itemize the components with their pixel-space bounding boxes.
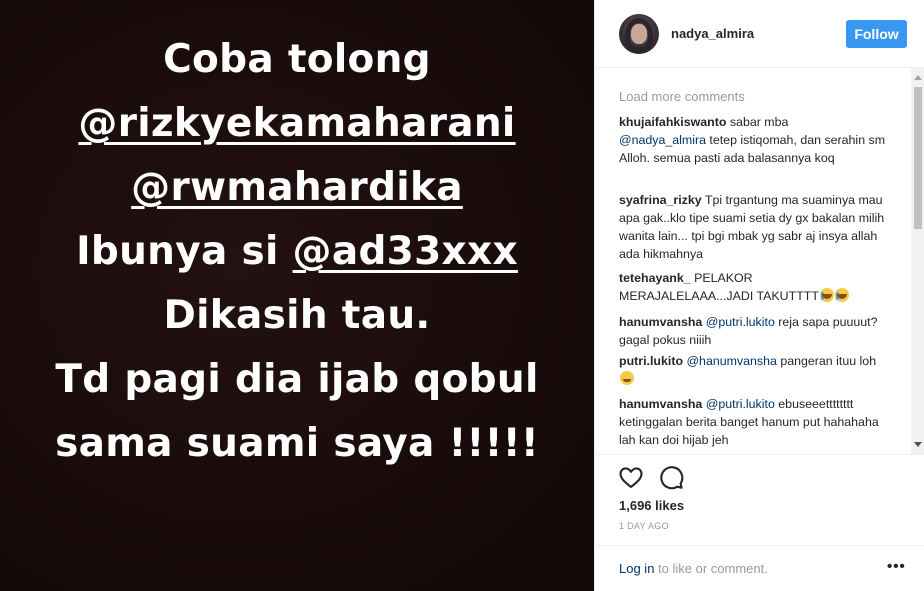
avatar[interactable] bbox=[619, 14, 659, 54]
story-line-5: Dikasih tau. bbox=[163, 293, 431, 338]
comment-item: hanumvansha @putri.lukito ebuseeettttttt… bbox=[619, 395, 889, 449]
follow-button[interactable]: Follow bbox=[846, 20, 907, 48]
comment-user[interactable]: putri.lukito bbox=[619, 354, 683, 368]
post-header: nadya_almira Follow bbox=[595, 0, 924, 68]
story-mention-1: @rizkyekamaharani bbox=[78, 101, 516, 146]
comment-item: syafrina_rizky Tpi trgantung ma suaminya… bbox=[619, 191, 889, 263]
load-more-comments[interactable]: Load more comments bbox=[619, 89, 745, 104]
comment-mention[interactable]: @putri.lukito bbox=[706, 397, 775, 411]
post-image[interactable]: Coba tolong @rizkyekamaharani @rwmahardi… bbox=[0, 0, 594, 591]
comment-mention[interactable]: @nadya_almira bbox=[619, 133, 706, 147]
comments-list[interactable]: Load more comments khujaifahkiswanto sab… bbox=[595, 68, 911, 454]
story-text: Coba tolong @rizkyekamaharani @rwmahardi… bbox=[0, 28, 594, 476]
story-mention-3: @ad33xxx bbox=[292, 229, 518, 274]
comment-mention[interactable]: @putri.lukito bbox=[706, 315, 775, 329]
story-line-6: Td pagi dia ijab qobul bbox=[55, 357, 539, 402]
comment-item: hanumvansha @putri.lukito reja sapa puuu… bbox=[619, 313, 889, 349]
more-options-icon[interactable]: ••• bbox=[887, 559, 906, 574]
scroll-up-arrow-icon[interactable] bbox=[914, 75, 922, 80]
login-rest-text: to like or comment. bbox=[654, 561, 768, 576]
loudly-crying-emoji-icon bbox=[834, 288, 849, 302]
comment-text: sabar mba bbox=[726, 115, 789, 129]
comment-mention[interactable]: @hanumvansha bbox=[686, 354, 776, 368]
comment-user[interactable]: syafrina_rizky bbox=[619, 193, 702, 207]
comments-scrollbar[interactable] bbox=[911, 68, 924, 454]
loudly-crying-emoji-icon bbox=[819, 288, 834, 302]
login-text: Log in to like or comment. bbox=[619, 561, 768, 576]
login-prompt: Log in to like or comment. ••• bbox=[595, 545, 924, 591]
story-line-4-prefix: Ibunya si bbox=[76, 229, 293, 274]
story-line-4: Ibunya si @ad33xxx bbox=[0, 220, 594, 284]
comment-item: tetehayank_ PELAKOR MERAJALELAAA...JADI … bbox=[619, 269, 889, 305]
story-line-7: sama suami saya !!!!! bbox=[55, 421, 539, 466]
login-link[interactable]: Log in bbox=[619, 561, 654, 576]
comment-item: khujaifahkiswanto sabar mba @nadya_almir… bbox=[619, 113, 889, 167]
likes-count[interactable]: 1,696 likes bbox=[619, 498, 684, 513]
story-line-1: Coba tolong bbox=[163, 37, 431, 82]
comment-icon[interactable] bbox=[657, 463, 685, 491]
story-mention-2: @rwmahardika bbox=[131, 165, 463, 210]
scroll-down-arrow-icon[interactable] bbox=[914, 442, 922, 447]
comment-user[interactable]: khujaifahkiswanto bbox=[619, 115, 726, 129]
winking-emoji-icon bbox=[620, 371, 634, 385]
comment-item: putri.lukito @hanumvansha pangeran ituu … bbox=[619, 352, 889, 388]
comment-user[interactable]: tetehayank_ bbox=[619, 271, 691, 285]
heart-icon[interactable] bbox=[617, 463, 645, 491]
scrollbar-thumb[interactable] bbox=[914, 87, 922, 229]
post-actions: 1,696 likes 1 DAY AGO bbox=[595, 454, 924, 538]
header-username[interactable]: nadya_almira bbox=[671, 26, 754, 41]
comment-text: pangeran ituu loh bbox=[776, 354, 877, 368]
comment-user[interactable]: hanumvansha bbox=[619, 397, 702, 411]
post-side-panel: nadya_almira Follow Load more comments k… bbox=[594, 0, 924, 591]
post-timestamp[interactable]: 1 DAY AGO bbox=[619, 521, 669, 531]
comment-user[interactable]: hanumvansha bbox=[619, 315, 702, 329]
